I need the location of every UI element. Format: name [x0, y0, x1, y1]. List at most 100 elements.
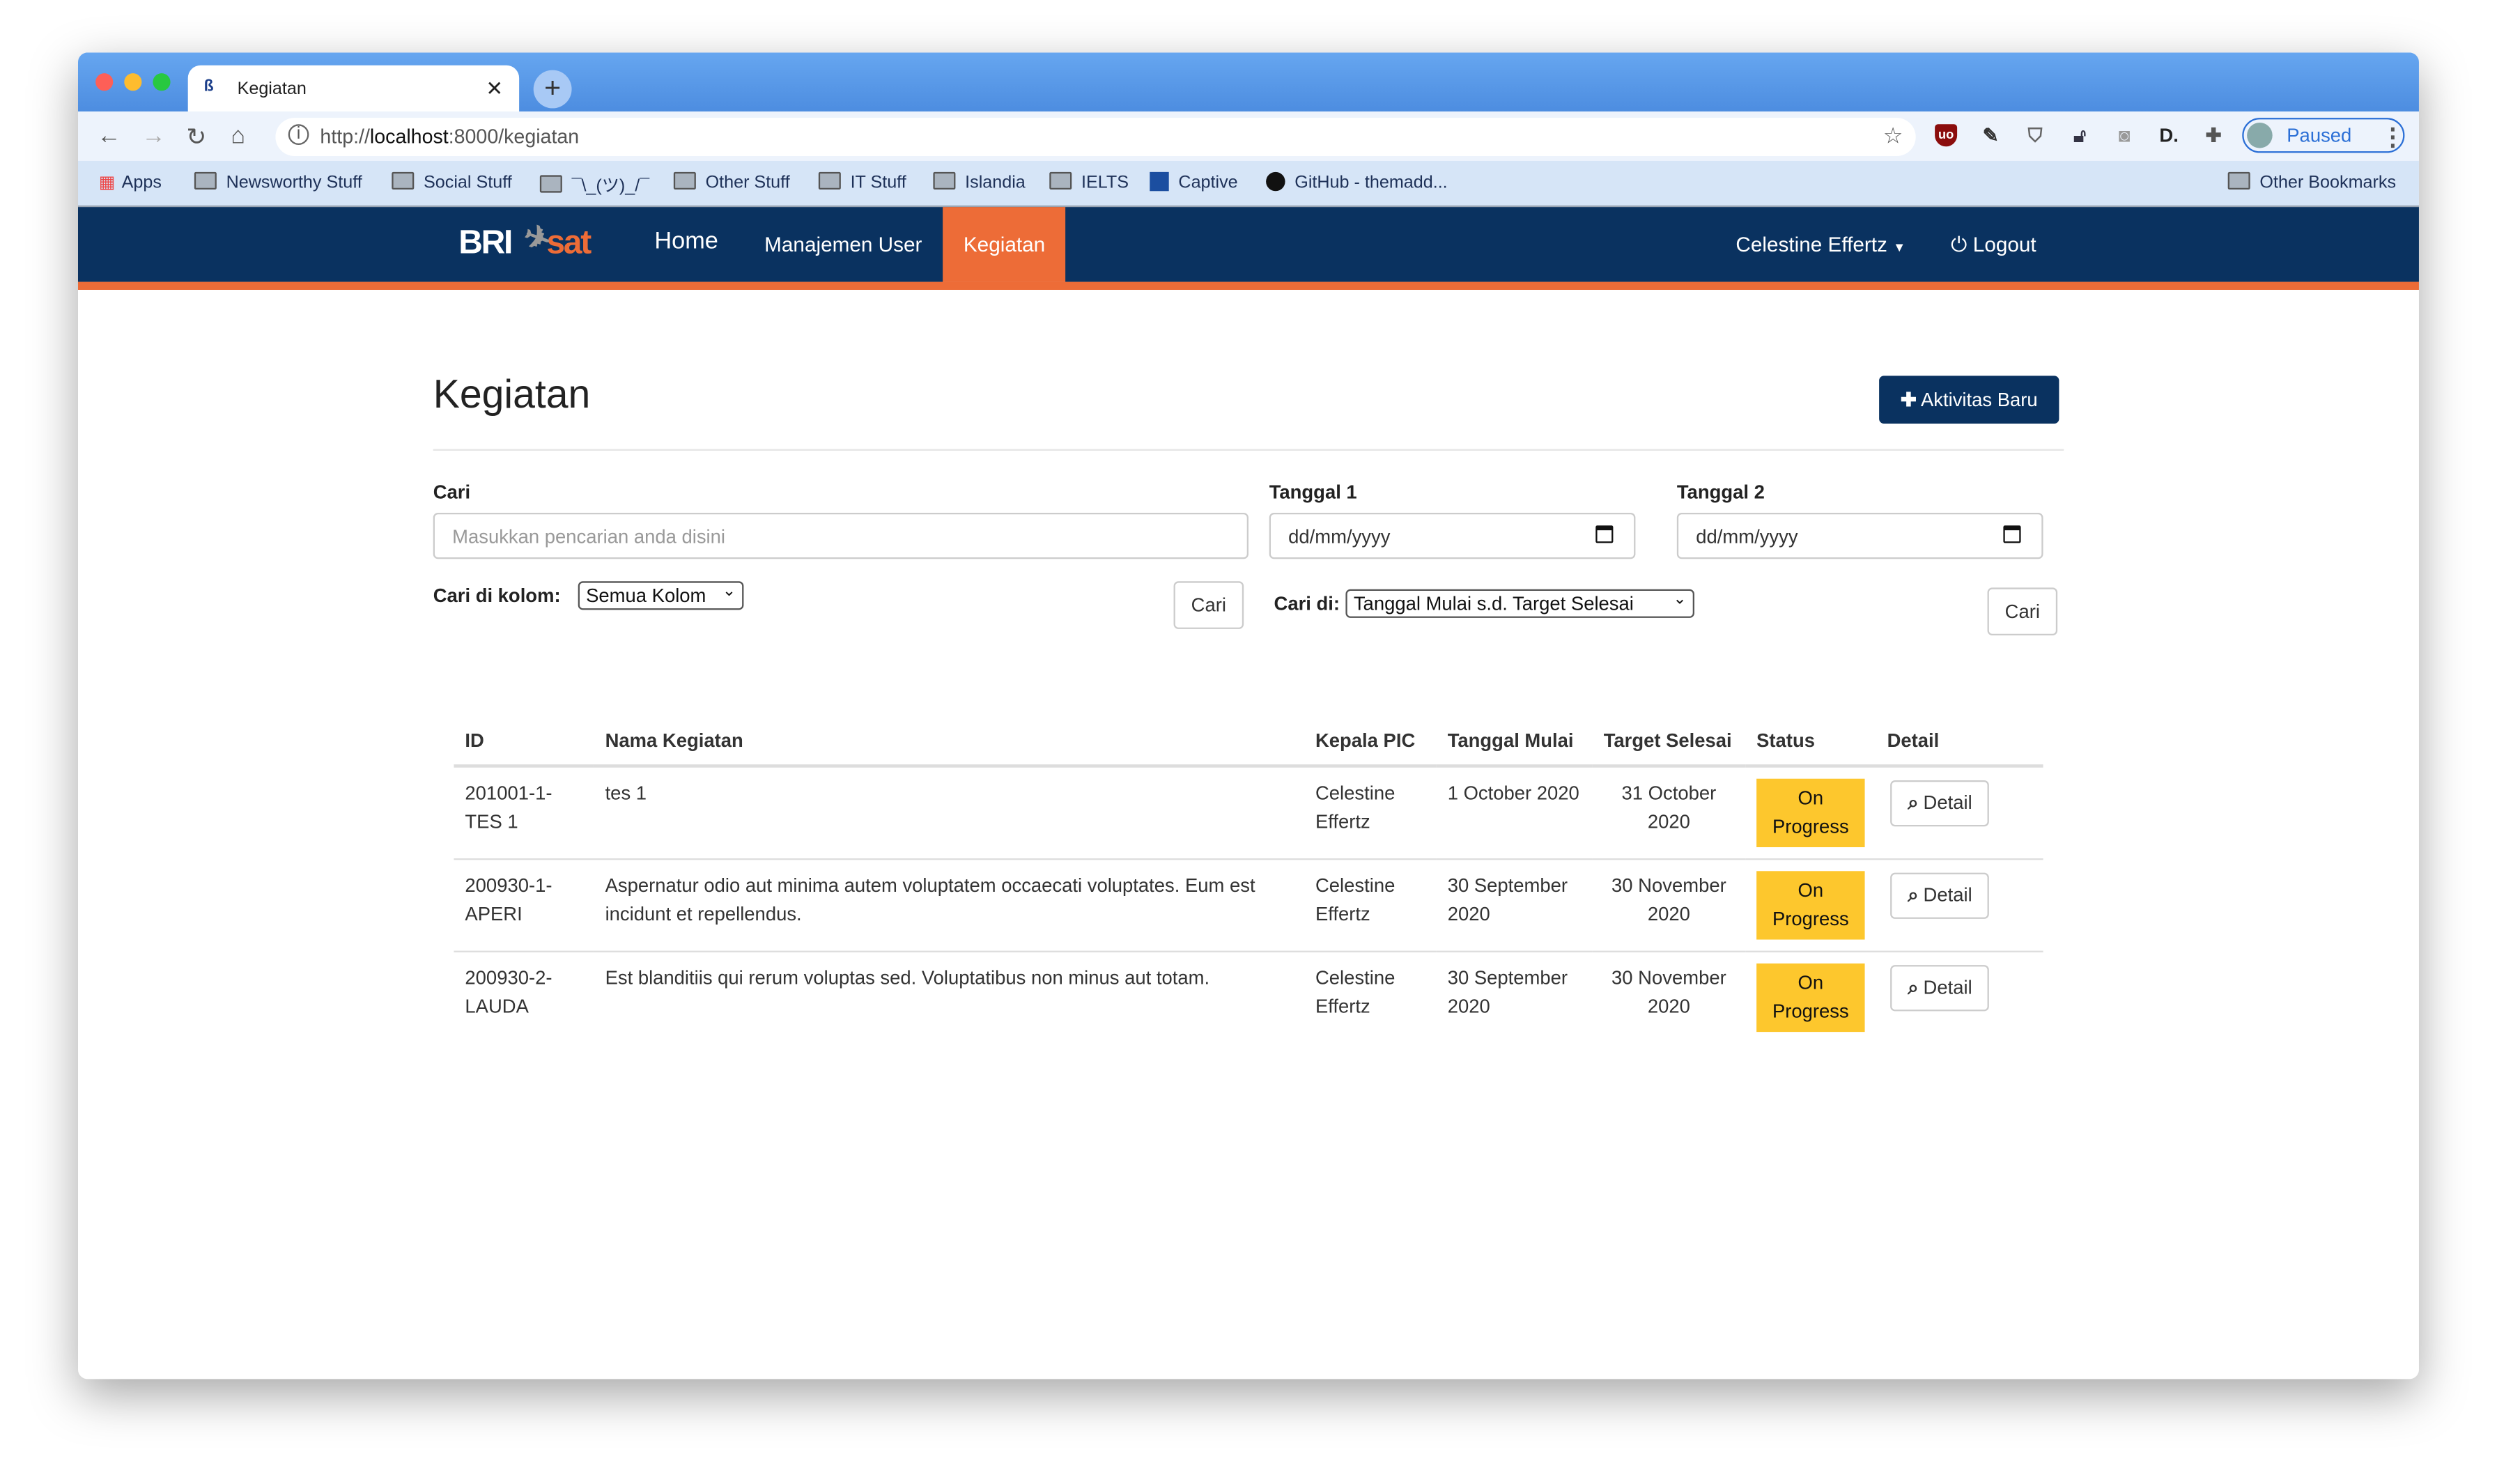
- search-column-select[interactable]: Semua Kolom ⌄: [578, 581, 744, 610]
- bookmark-folder[interactable]: Islandia: [933, 171, 1026, 193]
- new-tab-button[interactable]: +: [533, 70, 572, 109]
- back-icon[interactable]: ←: [97, 123, 121, 150]
- cell-selesai: 31 October 2020: [1621, 782, 1717, 833]
- bookmark-apps[interactable]: ▦ Apps: [98, 172, 162, 193]
- bookmark-folder[interactable]: Newsworthy Stuff: [194, 171, 362, 193]
- search-icon: ⌕: [1908, 883, 1919, 906]
- calendar-icon[interactable]: [1595, 525, 1614, 543]
- cell-mulai: 30 September 2020: [1436, 950, 1593, 1044]
- apps-grid-icon: ▦: [98, 173, 116, 193]
- extension-badger-icon[interactable]: ✎: [1979, 124, 2002, 146]
- search-label: Cari: [433, 481, 471, 504]
- date-search-select[interactable]: Tanggal Mulai s.d. Target Selesai ⌄: [1345, 589, 1694, 618]
- bookmark-star-icon[interactable]: ☆: [1883, 123, 1903, 150]
- search-icon: ⌕: [1908, 791, 1919, 814]
- cell-detail: ⌕ Detail: [1876, 950, 2043, 1044]
- folder-icon: [392, 171, 415, 190]
- table-header-row: ID Nama Kegiatan Kepala PIC Tanggal Mula…: [454, 720, 2043, 768]
- col-id: ID: [454, 720, 594, 768]
- new-activity-button[interactable]: ✚ Aktivitas Baru: [1879, 376, 2059, 424]
- bookmark-folder[interactable]: Other Stuff: [673, 171, 790, 193]
- cell-status: On Progress: [1745, 858, 1876, 952]
- browser-toolbar: ← → ↻ ⌂ i http://localhost:8000/kegiatan…: [77, 111, 2419, 161]
- minimize-window-button[interactable]: [124, 73, 142, 91]
- search-input[interactable]: Masukkan pencarian anda disini: [433, 512, 1248, 559]
- table-row: 200930-2-LAUDA Est blanditiis qui rerum v…: [454, 950, 2043, 1044]
- cell-selesai: 30 November 2020: [1592, 950, 1746, 1044]
- status-badge: On Progress: [1756, 871, 1865, 940]
- ublock-extension-icon[interactable]: uo: [1935, 124, 1958, 147]
- d-extension-icon[interactable]: D.: [2158, 124, 2180, 146]
- puzzle-extensions-icon[interactable]: ✚: [2202, 124, 2225, 146]
- navbar: BRI ✈ sat Home Manajemen User Kegiatan Cel…: [77, 204, 2419, 282]
- menu-kebab-icon[interactable]: ⋮: [2381, 123, 2404, 151]
- bookmark-captive[interactable]: Captive: [1150, 171, 1238, 193]
- bookmark-github[interactable]: GitHub - themadd...: [1266, 171, 1448, 193]
- brisat-logo[interactable]: BRI ✈ sat: [458, 218, 592, 263]
- cell-detail: ⌕ Detail: [1876, 858, 2043, 952]
- cell-pic: Celestine Effertz: [1315, 782, 1396, 833]
- browser-tab[interactable]: ß Kegiatan ✕: [187, 65, 520, 114]
- table-row: 201001-1-TES 1 tes 1 Celestine Effertz 1 Oc…: [454, 766, 2043, 859]
- folder-icon: [1049, 171, 1072, 190]
- info-icon[interactable]: i: [288, 124, 309, 145]
- logout-link[interactable]: ⏻ Logout: [1951, 207, 2036, 281]
- nav-home[interactable]: Home: [654, 204, 718, 279]
- user-dropdown[interactable]: Celestine Effertz ▼: [1735, 207, 1905, 281]
- cell-mulai: 30 September 2020: [1436, 858, 1593, 952]
- activities-table: ID Nama Kegiatan Kepala PIC Tanggal Mula…: [454, 720, 2043, 1044]
- cell-nama: Aspernatur odio aut minima autem volupta…: [594, 858, 1304, 952]
- col-pic: Kepala PIC: [1304, 720, 1437, 768]
- cell-detail: ⌕ Detail: [1876, 766, 2043, 859]
- cell-pic: Celestine Effertz: [1304, 858, 1437, 952]
- detail-button[interactable]: ⌕ Detail: [1890, 965, 1990, 1012]
- reload-icon[interactable]: ↻: [186, 123, 206, 151]
- lock-extension-icon[interactable]: 🔓︎: [2069, 124, 2091, 146]
- nav-manajemen-user[interactable]: Manajemen User: [764, 207, 922, 281]
- date2-input[interactable]: dd/mm/yyyy: [1676, 512, 2043, 559]
- detail-button[interactable]: ⌕ Detail: [1890, 780, 1990, 827]
- cell-nama: tes 1: [605, 782, 647, 805]
- date1-label: Tanggal 1: [1269, 481, 1357, 504]
- close-window-button[interactable]: [95, 73, 114, 91]
- bookmark-folder[interactable]: IELTS: [1049, 171, 1129, 193]
- cell-selesai: 30 November 2020: [1592, 858, 1746, 952]
- its-icon: [1150, 171, 1169, 192]
- detail-button[interactable]: ⌕ Detail: [1890, 872, 1990, 919]
- screen: ß Kegiatan ✕ + ← → ↻ ⌂ i http://localhos…: [0, 0, 2497, 1484]
- cell-status: On Progress: [1745, 950, 1876, 1044]
- date1-input[interactable]: dd/mm/yyyy: [1269, 512, 1636, 559]
- close-tab-icon[interactable]: ✕: [486, 77, 503, 102]
- camera-extension-icon[interactable]: ◙: [2113, 124, 2135, 146]
- col-detail: Detail: [1876, 720, 2043, 768]
- search-button[interactable]: Cari: [1173, 581, 1244, 629]
- bookmark-folder[interactable]: Social Stuff: [392, 171, 512, 193]
- maximize-window-button[interactable]: [153, 73, 171, 91]
- folder-icon: [673, 171, 696, 190]
- cell-nama: Est blanditiis qui rerum voluptas sed. V…: [594, 950, 1304, 1044]
- status-badge: On Progress: [1756, 778, 1865, 847]
- cell-mulai: 1 October 2020: [1447, 782, 1579, 805]
- address-bar[interactable]: i http://localhost:8000/kegiatan ☆: [275, 118, 1916, 156]
- divider: [433, 449, 2064, 451]
- caret-down-icon: ▼: [1893, 240, 1906, 255]
- col-selesai: Target Selesai: [1592, 720, 1746, 768]
- folder-icon: [194, 171, 217, 190]
- folder-icon: [2227, 171, 2250, 190]
- bookmark-folder[interactable]: ¯\_(ツ)_/¯: [539, 172, 649, 198]
- folder-icon: [818, 171, 841, 190]
- search-column-label: Cari di kolom:: [433, 584, 561, 607]
- cell-status: On Progress: [1745, 766, 1876, 859]
- bookmarks-bar: ▦ Apps Newsworthy Stuff Social Stuff ¯\_(…: [77, 160, 2419, 208]
- other-bookmarks[interactable]: Other Bookmarks: [2227, 171, 2396, 193]
- forward-icon[interactable]: →: [141, 123, 165, 150]
- folder-icon: [539, 175, 562, 193]
- bookmark-folder[interactable]: IT Stuff: [818, 171, 906, 193]
- home-icon[interactable]: ⌂: [231, 123, 245, 150]
- pocket-extension-icon[interactable]: ⛉: [2024, 124, 2046, 146]
- col-nama: Nama Kegiatan: [594, 720, 1304, 768]
- chevron-down-icon: ⌄: [722, 582, 736, 601]
- date-search-button[interactable]: Cari: [1987, 587, 2058, 635]
- nav-kegiatan[interactable]: Kegiatan: [943, 207, 1066, 282]
- calendar-icon[interactable]: [2003, 525, 2021, 543]
